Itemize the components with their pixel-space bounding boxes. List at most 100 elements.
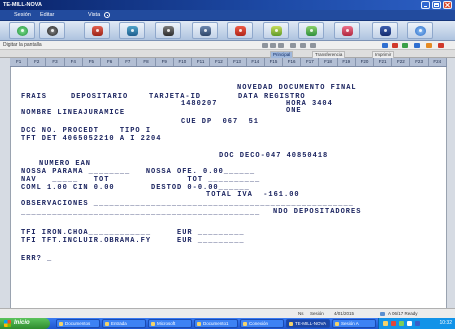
taskbar-button-label: Conexión <box>249 321 269 326</box>
function-key[interactable]: F1 <box>10 58 29 66</box>
terminal-icon <box>335 322 339 326</box>
taskbar-button-label: Sesión A <box>341 321 359 326</box>
macro-icon <box>235 26 246 36</box>
paste-button[interactable] <box>298 22 324 39</box>
function-key[interactable]: F11 <box>192 58 211 66</box>
play-icon[interactable] <box>402 43 408 48</box>
function-key[interactable]: F2 <box>28 58 47 66</box>
taskbar-button-label: Entrada <box>111 321 127 326</box>
font-icon[interactable] <box>310 43 316 48</box>
menu-session[interactable]: Sesión <box>14 12 31 19</box>
zoom-icon[interactable] <box>300 43 306 48</box>
taskbar-button[interactable]: Documentos <box>56 319 100 328</box>
connect-button[interactable] <box>9 22 35 39</box>
tab-print[interactable]: Imprimir <box>372 51 395 58</box>
function-key[interactable]: F7 <box>119 58 138 66</box>
tab-row: Principal Transferencia Imprimir <box>0 50 455 58</box>
function-key[interactable]: F22 <box>392 58 411 66</box>
copy-small-icon[interactable] <box>270 43 276 48</box>
find-icon[interactable] <box>290 43 296 48</box>
send-button[interactable] <box>119 22 145 39</box>
command-bar: Digitar la pantalla <box>0 41 455 50</box>
menu-bar: Sesión Editar Vista <box>0 10 455 21</box>
windows-logo-icon <box>4 320 11 327</box>
help-icon[interactable] <box>104 12 110 18</box>
help-button[interactable] <box>407 22 433 39</box>
volume-tray-icon[interactable] <box>407 321 412 326</box>
taskbar-button[interactable]: Documento1 <box>194 319 238 328</box>
cut-icon[interactable] <box>262 43 268 48</box>
disconnect-button[interactable] <box>39 22 65 39</box>
taskbar-button[interactable]: Conexión <box>240 319 284 328</box>
toolbar <box>0 21 455 41</box>
command-prompt[interactable]: ERR? _ <box>21 256 52 263</box>
print-button[interactable] <box>192 22 218 39</box>
screen-input-line[interactable]: NAV _____ TOT TOT __________ <box>21 177 260 184</box>
taskbar-button-active[interactable]: TE-MILL-NOVA <box>286 319 330 328</box>
taskbar-button[interactable]: Entrada <box>102 319 146 328</box>
macro-button[interactable] <box>227 22 253 39</box>
settings-icon[interactable] <box>414 43 420 48</box>
command-hint[interactable]: Digitar la pantalla <box>3 42 42 49</box>
taskbar-button[interactable]: Sesión A <box>332 319 376 328</box>
function-key[interactable]: F24 <box>429 58 447 66</box>
copy-button[interactable] <box>263 22 289 39</box>
function-key[interactable]: F18 <box>319 58 338 66</box>
function-key[interactable]: F16 <box>283 58 302 66</box>
exit-icon[interactable] <box>438 43 444 48</box>
function-key[interactable]: F4 <box>65 58 83 66</box>
terminal-screen[interactable]: NOVEDAD DOCUMENTO FINAL FRAIS DEPOSITARI… <box>10 67 447 308</box>
screen-input-line[interactable]: TFI TFT.INCLUIR.OBRAMA.FY EUR _________ <box>21 238 245 245</box>
menu-view[interactable]: Vista <box>88 12 100 19</box>
screen-input-line[interactable]: NOSSA PARAMA ________ NOSSA OFE. 0.00___… <box>21 169 255 176</box>
function-key[interactable]: F8 <box>137 58 156 66</box>
status-bar: Ns Sesión 4/01/2015 A 06/17 Ready <box>0 308 455 318</box>
observations-field[interactable]: OBSERVACIONES __________________________… <box>21 201 354 208</box>
tab-transfer[interactable]: Transferencia <box>312 51 346 58</box>
app-icon <box>151 322 155 326</box>
close-button[interactable] <box>443 1 452 9</box>
record-button[interactable] <box>334 22 360 39</box>
screen-value: CUE DP 067 51 <box>181 118 260 126</box>
function-key[interactable]: F13 <box>228 58 247 66</box>
observations-field-continued[interactable]: ________________________________________… <box>21 210 260 217</box>
function-key[interactable]: F6 <box>101 58 120 66</box>
paste-icon <box>306 26 317 36</box>
minimize-button[interactable] <box>421 1 430 9</box>
function-key[interactable]: F14 <box>247 58 265 66</box>
function-key[interactable]: F19 <box>338 58 356 66</box>
stop-icon[interactable] <box>392 43 398 48</box>
system-tray: 10:32 <box>378 318 455 329</box>
function-key[interactable]: F3 <box>46 58 65 66</box>
function-key[interactable]: F15 <box>265 58 284 66</box>
transfer-button[interactable] <box>84 22 110 39</box>
maximize-button[interactable] <box>432 1 441 9</box>
screen-value: 1480207 <box>181 100 218 108</box>
screen-icon[interactable] <box>382 43 388 48</box>
screen-input-line[interactable]: TFI IRON.CHOA____________ EUR _________ <box>21 230 245 237</box>
receive-button[interactable] <box>155 22 181 39</box>
clock[interactable]: 10:32 <box>439 320 452 327</box>
folder-icon <box>59 322 63 326</box>
function-key[interactable]: F17 <box>301 58 320 66</box>
language-tray-icon[interactable] <box>415 321 420 326</box>
screen-label: FRAIS <box>21 93 48 101</box>
function-key[interactable]: F21 <box>374 58 393 66</box>
paste-small-icon[interactable] <box>278 43 284 48</box>
menu-edit[interactable]: Editar <box>40 12 54 19</box>
tab-principal[interactable]: Principal <box>270 51 294 58</box>
taskbar-button[interactable]: Microsoft <box>148 319 192 328</box>
screen-label: DEPOSITARIO <box>71 93 129 101</box>
function-key[interactable]: F9 <box>156 58 174 66</box>
network-tray-icon[interactable] <box>383 321 388 326</box>
start-button[interactable]: Inicio <box>0 318 50 329</box>
function-key[interactable]: F12 <box>210 58 229 66</box>
security-tray-icon[interactable] <box>391 321 396 326</box>
update-tray-icon[interactable] <box>399 321 404 326</box>
function-key[interactable]: F23 <box>410 58 429 66</box>
info-icon[interactable] <box>426 43 432 48</box>
function-key[interactable]: F5 <box>83 58 102 66</box>
function-key[interactable]: F20 <box>356 58 375 66</box>
keyboard-button[interactable] <box>372 22 398 39</box>
function-key[interactable]: F10 <box>174 58 193 66</box>
